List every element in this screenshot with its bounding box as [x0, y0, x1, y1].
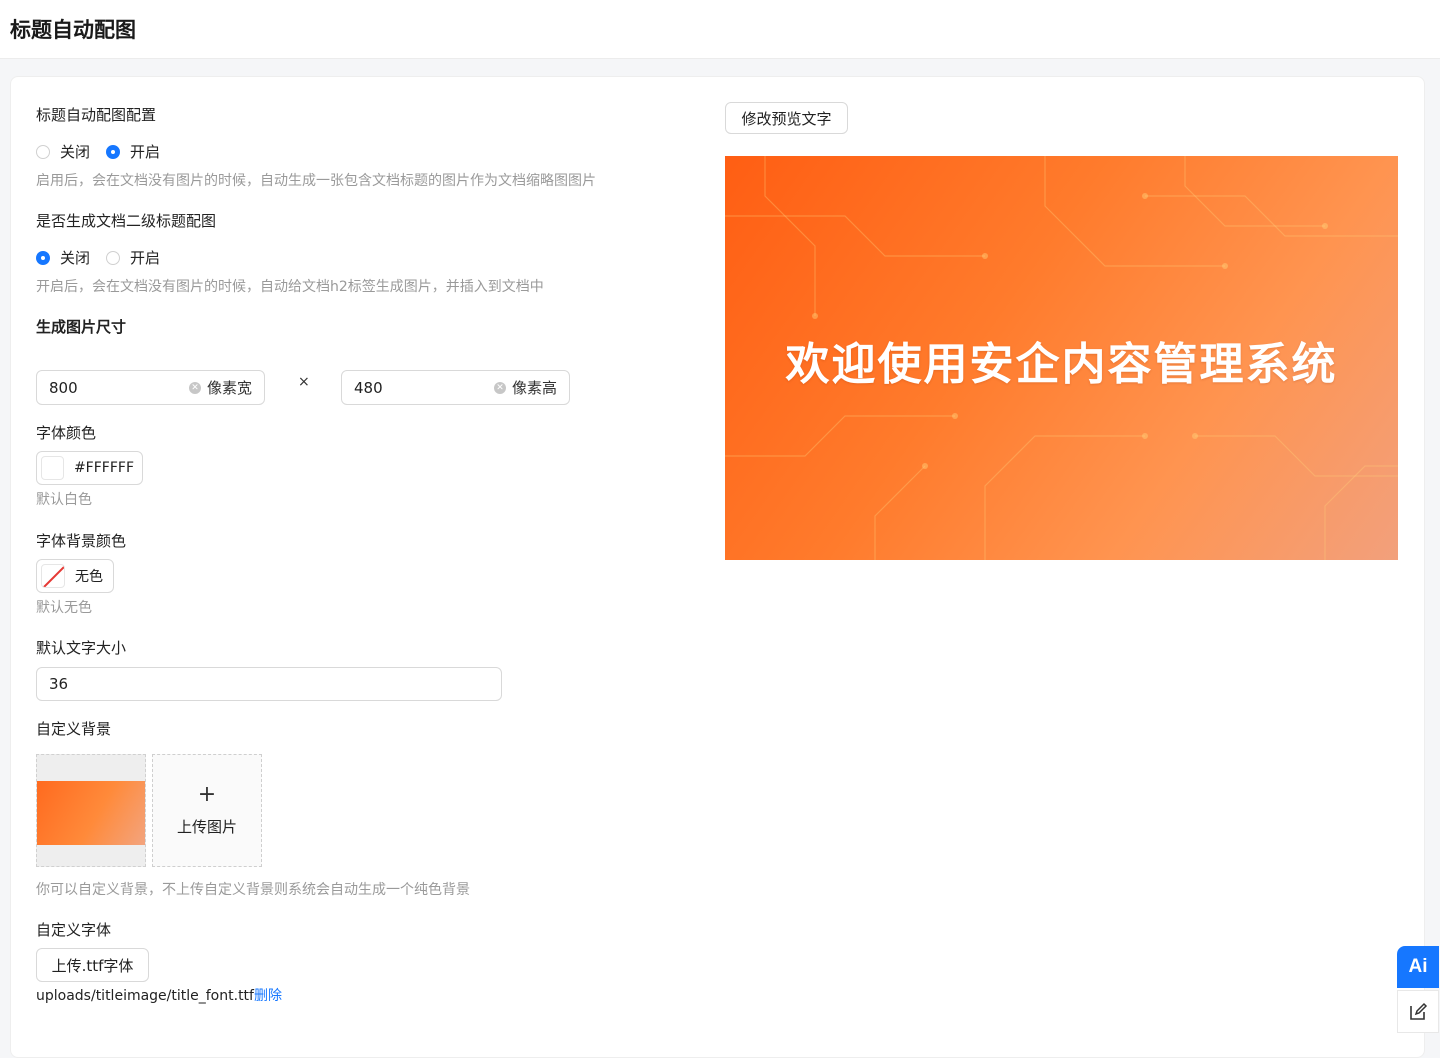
bg-color-hint: 默认无色 [36, 600, 92, 616]
bg-color-label: 字体背景颜色 [36, 532, 127, 550]
width-suffix: 像素宽 [206, 379, 252, 397]
font-color-label: 字体颜色 [36, 424, 97, 442]
radio-label: 关闭 [60, 249, 91, 267]
white-swatch [41, 456, 64, 480]
radio-checked-icon [36, 250, 50, 265]
h2-image-label: 是否生成文档二级标题配图 [36, 212, 217, 230]
custom-bg-hint: 你可以自定义背景，不上传自定义背景则系统会自动生成一个纯色背景 [36, 882, 470, 898]
upload-image-button[interactable]: + 上传图片 [152, 754, 262, 867]
font-color-value: #FFFFFF [73, 460, 134, 476]
radio-label: 开启 [130, 143, 161, 161]
radio-checked-icon [106, 144, 121, 159]
width-input-wrapper: ✕ 像素宽 [36, 370, 265, 405]
radio-label: 关闭 [60, 143, 91, 161]
page-title: 标题自动配图 [10, 18, 136, 42]
auto-image-radio-on[interactable]: 开启 [106, 141, 160, 162]
font-color-picker[interactable]: #FFFFFF [36, 451, 143, 485]
width-input[interactable] [37, 373, 189, 402]
size-separator: × [298, 374, 310, 390]
custom-bg-label: 自定义背景 [36, 720, 112, 738]
radio-unchecked-icon [106, 250, 121, 265]
auto-image-label: 标题自动配图配置 [36, 106, 157, 124]
edit-preview-text-button[interactable]: 修改预览文字 [725, 102, 848, 134]
no-color-icon [41, 564, 65, 588]
height-input[interactable] [342, 373, 494, 402]
height-input-wrapper: ✕ 像素高 [341, 370, 570, 405]
h2-image-radio-off[interactable]: 关闭 [36, 247, 90, 268]
h2-image-radio-on[interactable]: 开启 [106, 247, 160, 268]
upload-image-label: 上传图片 [176, 818, 237, 836]
h2-image-hint: 开启后，会在文档没有图片的时候，自动给文档h2标签生成图片，并插入到文档中 [36, 279, 544, 295]
radio-unchecked-icon [36, 144, 50, 159]
edit-float-button[interactable] [1397, 990, 1439, 1033]
page-header: 标题自动配图 [0, 0, 1440, 59]
bg-color-picker[interactable]: 无色 [36, 559, 114, 593]
preview-image: 欢迎使用安企内容管理系统 [725, 156, 1398, 560]
bg-thumbnail[interactable] [36, 754, 146, 867]
clear-icon[interactable]: ✕ [493, 381, 506, 394]
ai-assistant-button[interactable]: Ai [1397, 946, 1439, 988]
font-color-hint: 默认白色 [36, 492, 92, 508]
h2-image-radio-group: 关闭 开启 [36, 247, 176, 268]
font-size-input[interactable] [37, 670, 501, 698]
bg-color-value: 无色 [75, 569, 103, 585]
custom-font-label: 自定义字体 [36, 921, 112, 939]
upload-font-button[interactable]: 上传.ttf字体 [36, 948, 149, 982]
radio-label: 开启 [130, 249, 161, 267]
preview-text: 欢迎使用安企内容管理系统 [785, 339, 1338, 390]
plus-icon: + [197, 782, 217, 807]
delete-font-link[interactable]: 删除 [254, 988, 282, 1004]
auto-image-radio-off[interactable]: 关闭 [36, 141, 90, 162]
size-label: 生成图片尺寸 [36, 318, 127, 336]
font-file-path: uploads/titleimage/title_font.ttf [36, 988, 254, 1004]
bg-thumbnail-image [37, 781, 145, 845]
font-size-input-wrapper [36, 667, 502, 701]
font-size-label: 默认文字大小 [36, 639, 127, 657]
auto-image-radio-group: 关闭 开启 [36, 141, 176, 162]
edit-icon [1410, 1002, 1428, 1020]
height-suffix: 像素高 [511, 379, 557, 397]
font-file-row: uploads/titleimage/title_font.ttf删除 [36, 985, 282, 1005]
clear-icon[interactable]: ✕ [188, 381, 201, 394]
auto-image-hint: 启用后，会在文档没有图片的时候，自动生成一张包含文档标题的图片作为文档缩略图图片 [36, 173, 596, 189]
